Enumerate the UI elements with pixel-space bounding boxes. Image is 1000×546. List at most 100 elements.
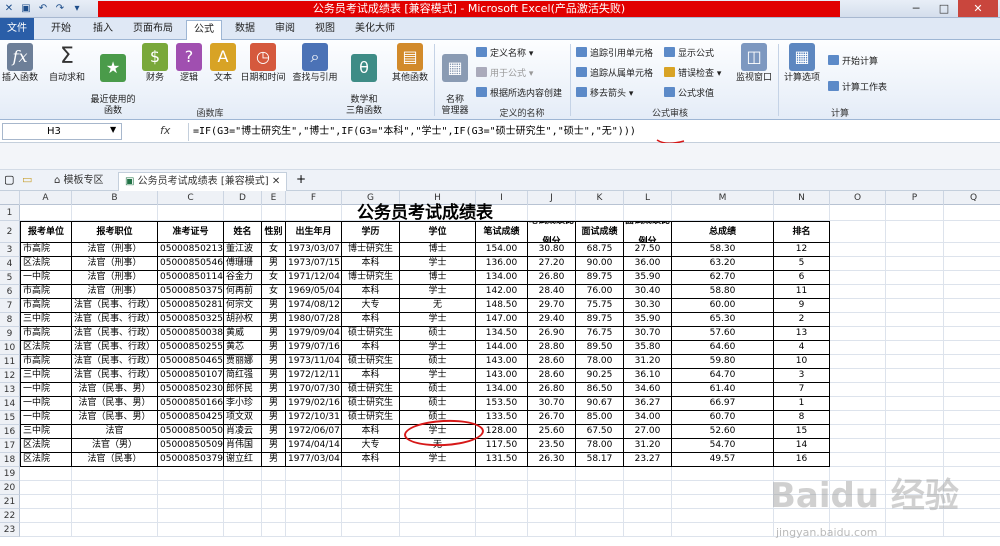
table-cell[interactable]: 法官（民事、行政）	[72, 355, 158, 369]
table-cell[interactable]: 27.50	[624, 243, 672, 257]
table-header-cell[interactable]: 性别	[262, 221, 286, 243]
table-cell[interactable]: 硕士研究生	[342, 411, 400, 425]
table-cell[interactable]: 050008505099	[158, 439, 224, 453]
table-cell[interactable]: 1973/11/04	[286, 355, 342, 369]
table-cell[interactable]: 硕士研究生	[342, 383, 400, 397]
table-cell[interactable]: 35.90	[624, 271, 672, 285]
table-cell[interactable]: 26.80	[528, 271, 576, 285]
row-header-6[interactable]: 6	[0, 285, 20, 299]
table-cell[interactable]: 1969/05/04	[286, 285, 342, 299]
table-header-cell[interactable]: 学位	[400, 221, 476, 243]
table-cell[interactable]: 36.27	[624, 397, 672, 411]
table-cell[interactable]: 5	[774, 257, 830, 271]
table-cell[interactable]: 6	[774, 271, 830, 285]
column-header-O[interactable]: O	[830, 191, 886, 205]
name-box-dropdown-icon[interactable]: ▼	[110, 125, 116, 134]
table-cell[interactable]: 1979/07/16	[286, 341, 342, 355]
tab-view[interactable]: 视图	[308, 20, 342, 40]
table-cell[interactable]: 63.20	[672, 257, 774, 271]
table-cell[interactable]: 硕士研究生	[342, 327, 400, 341]
table-cell[interactable]: 23.27	[624, 453, 672, 467]
table-cell[interactable]: 硕士	[400, 327, 476, 341]
row-header-3[interactable]: 3	[0, 243, 20, 257]
column-header-Q[interactable]: Q	[944, 191, 1000, 205]
table-cell[interactable]: 市高院	[20, 355, 72, 369]
table-cell[interactable]: 144.00	[476, 341, 528, 355]
row-header-23[interactable]: 23	[0, 523, 20, 537]
table-cell[interactable]: 143.00	[476, 355, 528, 369]
table-cell[interactable]: 050008500508	[158, 425, 224, 439]
table-cell[interactable]: 区法院	[20, 341, 72, 355]
table-cell[interactable]: 硕士	[400, 355, 476, 369]
table-cell[interactable]: 30.80	[528, 243, 576, 257]
table-cell[interactable]: 男	[262, 355, 286, 369]
name-box[interactable]: H3	[2, 123, 122, 140]
maximize-button[interactable]: □	[930, 0, 958, 17]
table-cell[interactable]: 法官（刑事）	[72, 243, 158, 257]
table-cell[interactable]: 男	[262, 411, 286, 425]
table-cell[interactable]: 市高院	[20, 243, 72, 257]
table-cell[interactable]: 法官（男）	[72, 439, 158, 453]
table-cell[interactable]: 无	[400, 299, 476, 313]
tab-workbook[interactable]: ▣ 公务员考试成绩表 [兼容模式] ✕	[118, 172, 288, 191]
row-header-10[interactable]: 10	[0, 341, 20, 355]
table-cell[interactable]: 28.60	[528, 355, 576, 369]
table-cell[interactable]: 050008504650	[158, 355, 224, 369]
table-cell[interactable]: 27.00	[624, 425, 672, 439]
minimize-button[interactable]: ─	[902, 0, 930, 17]
table-cell[interactable]: 34.00	[624, 411, 672, 425]
table-cell[interactable]: 153.50	[476, 397, 528, 411]
table-cell[interactable]: 女	[262, 271, 286, 285]
redo-icon[interactable]: ↷	[53, 2, 67, 15]
table-cell[interactable]: 8	[774, 411, 830, 425]
table-cell[interactable]: 143.00	[476, 369, 528, 383]
table-cell[interactable]: 李小珍	[224, 397, 262, 411]
table-cell[interactable]: 30.40	[624, 285, 672, 299]
table-cell[interactable]: 90.25	[576, 369, 624, 383]
row-header-21[interactable]: 21	[0, 495, 20, 509]
table-cell[interactable]: 贾丽娜	[224, 355, 262, 369]
table-cell[interactable]: 10	[774, 355, 830, 369]
table-cell[interactable]: 法官（民事、男）	[72, 397, 158, 411]
table-cell[interactable]: 65.30	[672, 313, 774, 327]
table-cell[interactable]: 1977/03/04	[286, 453, 342, 467]
calculation-options-button[interactable]: ▦ 计算选项	[780, 43, 824, 84]
table-cell[interactable]: 89.50	[576, 341, 624, 355]
table-cell[interactable]: 26.90	[528, 327, 576, 341]
tab-formulas[interactable]: 公式	[186, 20, 222, 40]
table-cell[interactable]: 一中院	[20, 411, 72, 425]
table-cell[interactable]: 男	[262, 439, 286, 453]
table-cell[interactable]: 1971/12/04	[286, 271, 342, 285]
column-header-B[interactable]: B	[72, 191, 158, 205]
table-cell[interactable]: 男	[262, 257, 286, 271]
table-cell[interactable]: 26.30	[528, 453, 576, 467]
table-cell[interactable]: 58.17	[576, 453, 624, 467]
table-cell[interactable]: 134.50	[476, 327, 528, 341]
watch-window-button[interactable]: ◫ 监视窗口	[732, 43, 776, 84]
table-cell[interactable]: 男	[262, 341, 286, 355]
table-cell[interactable]: 154.00	[476, 243, 528, 257]
table-cell[interactable]: 134.00	[476, 383, 528, 397]
table-cell[interactable]: 简红强	[224, 369, 262, 383]
table-header-cell[interactable]: 准考证号	[158, 221, 224, 243]
column-header-A[interactable]: A	[20, 191, 72, 205]
table-cell[interactable]: 1979/09/04	[286, 327, 342, 341]
table-cell[interactable]: 85.00	[576, 411, 624, 425]
row-header-19[interactable]: 19	[0, 467, 20, 481]
table-cell[interactable]: 本科	[342, 369, 400, 383]
table-cell[interactable]: 傅珊珊	[224, 257, 262, 271]
table-cell[interactable]: 女	[262, 243, 286, 257]
tab-beautify[interactable]: 美化大师	[350, 20, 400, 40]
table-cell[interactable]: 30.70	[624, 327, 672, 341]
table-cell[interactable]: 男	[262, 299, 286, 313]
table-cell[interactable]: 050008505460	[158, 257, 224, 271]
table-cell[interactable]: 黄芯	[224, 341, 262, 355]
close-button[interactable]: ✕	[958, 0, 998, 17]
table-cell[interactable]: 学士	[400, 341, 476, 355]
column-header-E[interactable]: E	[262, 191, 286, 205]
row-header-14[interactable]: 14	[0, 397, 20, 411]
table-cell[interactable]: 博士	[400, 271, 476, 285]
table-cell[interactable]: 1980/07/28	[286, 313, 342, 327]
table-cell[interactable]: 29.70	[528, 299, 576, 313]
row-header-17[interactable]: 17	[0, 439, 20, 453]
